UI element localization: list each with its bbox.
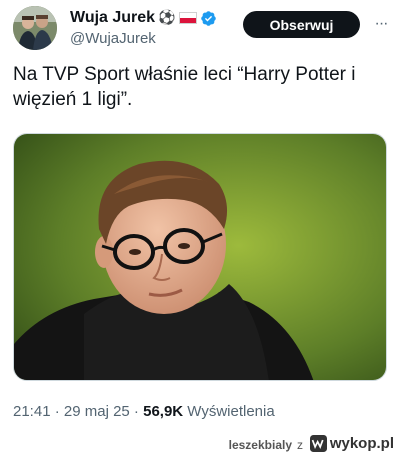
poland-flag-icon: [178, 12, 197, 24]
more-options-icon[interactable]: ···: [371, 14, 391, 34]
tweet-card: Wuja Jurek ⚽ @WujaJurek Obserwuj ··· Na …: [0, 0, 400, 432]
meta-separator: ·: [50, 403, 64, 420]
meta-separator: ·: [129, 403, 144, 420]
author-name-row: Wuja Jurek ⚽: [70, 8, 217, 28]
wykop-logo-icon: [309, 435, 327, 452]
wykop-logo: wykop.pl: [309, 435, 394, 452]
wykop-watermark: leszekbialy z wykop.pl: [0, 432, 400, 457]
tweet-date[interactable]: 29 maj 25: [64, 403, 130, 420]
author-handle[interactable]: @WujaJurek: [70, 30, 156, 47]
watermark-site: wykop.pl: [329, 435, 394, 452]
tweet-text: Na TVP Sport właśnie leci “Harry Potter …: [13, 64, 356, 110]
tweet-meta: 21:41 · 29 maj 25 · 56,9K Wyświetlenia: [13, 403, 275, 420]
watermark-username: leszekbialy: [228, 438, 292, 452]
views-label: Wyświetlenia: [183, 403, 275, 420]
verified-badge-icon: [200, 10, 216, 26]
photo-man-with-glasses: [14, 134, 386, 380]
tweet-media-photo[interactable]: [13, 133, 387, 381]
soccer-ball-icon: ⚽: [158, 10, 176, 26]
follow-button[interactable]: Obserwuj: [243, 11, 360, 38]
avatar-image: [13, 6, 57, 50]
author-display-name[interactable]: Wuja Jurek: [70, 9, 155, 27]
avatar[interactable]: [13, 6, 57, 50]
tweet-time[interactable]: 21:41: [13, 403, 51, 420]
views-count: 56,9K: [143, 403, 184, 420]
watermark-joiner: z: [297, 438, 303, 452]
